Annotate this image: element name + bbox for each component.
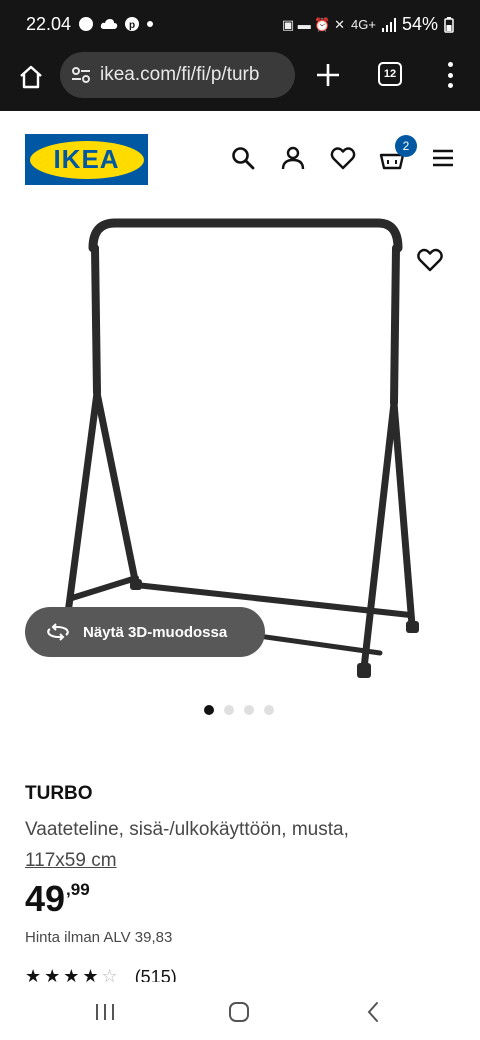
home-button[interactable] [14, 60, 48, 94]
network-type: 4G+ [351, 17, 376, 32]
recent-apps-icon[interactable] [93, 1000, 117, 1024]
status-icons: ▣ ▬ ⏰ ✕ [281, 16, 346, 32]
home-nav-icon[interactable] [227, 1000, 251, 1024]
home-icon [20, 65, 42, 89]
view-3d-label: Näytä 3D-muodossa [83, 623, 228, 641]
carousel-dot[interactable] [204, 705, 214, 715]
new-tab-icon[interactable] [313, 60, 343, 90]
product-description-text: Vaateteline, sisä-/ulkokäyttöön, musta, [25, 819, 349, 840]
add-to-wishlist-icon[interactable] [416, 246, 444, 274]
url-text: ikea.com/fi/fi/p/turb [100, 64, 260, 85]
menu-dot [447, 62, 453, 67]
status-right: ▣ ▬ ⏰ ✕ 4G+ 54% [282, 14, 454, 35]
tab-switcher-button[interactable]: 12 [378, 62, 402, 86]
back-icon[interactable] [362, 1000, 386, 1024]
carousel-dot[interactable] [224, 705, 234, 715]
more-notifications-icon [147, 21, 153, 27]
battery-icon [444, 16, 454, 33]
rating-count: (515) [134, 968, 177, 982]
logo-text: IKEA [53, 144, 120, 174]
product-rating[interactable]: ★★★★☆ (515) [25, 968, 177, 982]
rotate-3d-icon [47, 623, 69, 641]
rating-stars: ★★★★☆ [25, 968, 121, 982]
account-icon[interactable] [280, 145, 306, 171]
price-integer: 49 [25, 878, 66, 919]
wishlist-icon[interactable] [330, 145, 356, 171]
notification-icons: p [78, 16, 154, 32]
hamburger-menu-icon[interactable] [430, 145, 456, 171]
ikea-logo[interactable]: IKEA [25, 134, 148, 185]
app-notification-icon [79, 17, 93, 31]
status-bar: 22.04 p ▣ ▬ ⏰ ✕ 4G+ 54% [0, 0, 480, 48]
battery-level: 54% [401, 14, 438, 34]
product-price: 49 ,99 [25, 879, 90, 919]
carousel-dot[interactable] [244, 705, 254, 715]
system-navigation-bar [0, 982, 480, 1040]
product-description: Vaateteline, sisä-/ulkokäyttöön, musta, … [25, 814, 425, 876]
product-size-link[interactable]: 117x59 cm [25, 850, 117, 871]
product-name: TURBO [25, 783, 93, 804]
svg-text:p: p [129, 20, 135, 31]
cloud-icon [100, 19, 118, 29]
address-bar[interactable]: ikea.com/fi/fi/p/turb [60, 52, 295, 98]
image-carousel-dots [204, 705, 274, 715]
site-header: IKEA 2 [0, 111, 480, 203]
search-icon[interactable] [230, 145, 256, 171]
carousel-dot[interactable] [264, 705, 274, 715]
browser-menu-button[interactable] [440, 62, 460, 88]
browser-toolbar: ikea.com/fi/fi/p/turb 12 [0, 48, 480, 111]
view-3d-button[interactable]: Näytä 3D-muodossa [25, 607, 265, 657]
pinterest-icon: p [125, 17, 139, 31]
price-decimal: ,99 [66, 880, 90, 899]
logo-oval: IKEA [29, 140, 144, 179]
site-settings-icon[interactable] [70, 64, 92, 86]
menu-dot [447, 72, 453, 78]
tab-count: 12 [383, 68, 397, 80]
menu-dot [447, 83, 453, 88]
cart-count-badge: 2 [395, 135, 417, 157]
status-time: 22.04 [26, 14, 72, 34]
signal-icon [381, 17, 396, 32]
price-without-vat: Hinta ilman ALV 39,83 [25, 929, 173, 946]
